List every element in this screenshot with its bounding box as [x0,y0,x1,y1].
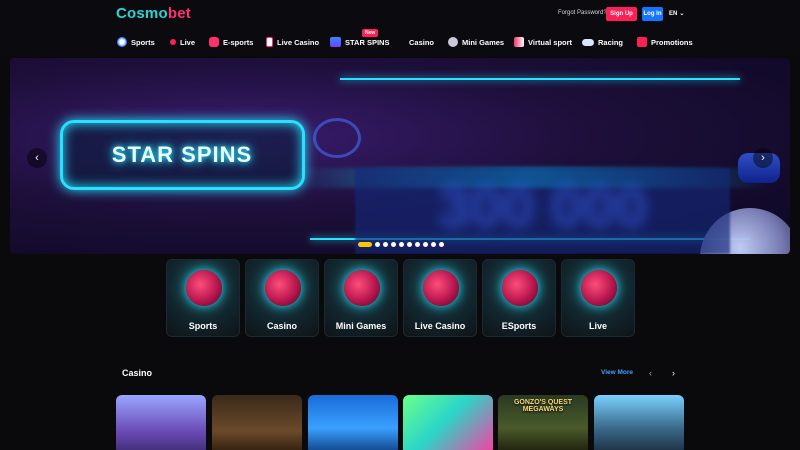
chevron-right-icon: › [761,152,765,164]
category-label: Sports [188,321,218,331]
logo-text-cosmo: Cosmo [116,5,168,22]
forgot-password-link[interactable]: Forgot Password? [558,10,607,16]
chevron-left-icon: ‹ [649,368,652,378]
carousel-prev-button[interactable]: ‹ [649,368,652,378]
pagination-dot[interactable] [358,242,372,247]
pagination-dot[interactable] [415,242,420,247]
language-label: EN [669,11,678,17]
gift-icon [637,37,647,47]
category-sports[interactable]: Sports [166,259,240,337]
chevron-right-icon: › [672,368,675,378]
carousel-next-button[interactable]: › [672,368,675,378]
game-card[interactable] [212,395,302,450]
banner-amount: 300 000 [437,175,648,240]
nav-label: Live Casino [277,37,320,47]
banner-next-button[interactable]: › [753,148,773,168]
slot-machine-icon [265,270,301,306]
slot-icon [330,37,341,47]
nav-item-live-casino[interactable]: Live Casino [266,36,319,48]
category-label: Live [588,321,607,331]
site-logo[interactable]: Cosmobet [116,5,191,22]
gamepad-icon [209,37,219,47]
nav-label: Racing [598,37,624,47]
game-card[interactable] [594,395,684,450]
nav-label: STAR SPINS [345,37,390,47]
pagination-dot[interactable] [431,242,436,247]
chevron-left-icon: ‹ [35,152,39,164]
banner-title: STAR SPINS [111,142,253,167]
category-esports[interactable]: ESports [482,259,556,337]
nav-item-racing[interactable]: Racing [582,36,623,48]
nav-item-esports[interactable]: E-sports [209,36,253,48]
nav-label: Virtual sport [528,37,573,47]
logo-text-bet: bet [167,5,191,22]
pagination-dot[interactable] [383,242,388,247]
promo-banner[interactable]: STAR SPINS 300 000 [10,58,790,254]
game-card[interactable] [308,395,398,450]
virtual-icon [514,37,524,47]
nav-item-sports[interactable]: Sports [117,36,155,48]
nav-label: Sports [131,37,155,47]
category-label: ESports [501,321,537,331]
game-card[interactable] [116,395,206,450]
nav-item-star-spins[interactable]: STAR SPINS [330,36,389,48]
sign-up-button[interactable]: Sign Up [606,7,637,21]
category-mini-games[interactable]: Mini Games [324,259,398,337]
game-title: GONZO'S QUEST MEGAWAYS [513,399,573,413]
pagination-dot[interactable] [375,242,380,247]
nav-label: E-sports [223,37,254,47]
nav-item-promotions[interactable]: Promotions [637,36,693,48]
category-casino[interactable]: Casino [245,259,319,337]
banner-prev-button[interactable]: ‹ [27,148,47,168]
nav-item-virtual-sport[interactable]: Virtual sport [514,36,572,48]
nav-label: Mini Games [462,37,505,47]
language-selector[interactable]: EN ⌄ [669,10,684,17]
sports-phone-icon [186,270,222,306]
nav-label: Casino [409,37,435,47]
banner-pagination [358,242,444,247]
section-title-casino: Casino [122,368,153,378]
card-icon [266,37,273,47]
nav-item-casino[interactable]: Casino [409,36,434,48]
ufo-graphic [313,118,361,158]
category-live-casino[interactable]: Live Casino [403,259,477,337]
gamepad-icon [502,270,538,306]
cards-icon [423,270,459,306]
dog-icon [582,38,594,46]
live-tv-icon [581,270,617,306]
main-nav: Sports Live E-sports Live Casino STAR SP… [0,28,800,56]
joystick-icon [344,270,380,306]
game-card[interactable]: GONZO'S QUEST MEGAWAYS [498,395,588,450]
nav-item-live[interactable]: Live [170,36,195,48]
neon-line [340,78,740,80]
category-label: Live Casino [414,321,466,331]
soccer-ball-icon [117,37,127,47]
chevron-down-icon: ⌄ [679,11,685,17]
pagination-dot[interactable] [423,242,428,247]
game-card[interactable] [403,395,493,450]
nav-label: Live [180,37,196,47]
new-badge: New [362,29,379,37]
log-in-button[interactable]: Log In [642,7,663,21]
top-header: Cosmobet Forgot Password? Sign Up Log In… [0,0,800,28]
category-label: Mini Games [335,321,387,331]
category-live[interactable]: Live [561,259,635,337]
joystick-icon [448,37,458,47]
pagination-dot[interactable] [391,242,396,247]
pagination-dot[interactable] [399,242,404,247]
nav-item-mini-games[interactable]: Mini Games [448,36,504,48]
category-label: Casino [266,321,297,331]
nav-label: Promotions [651,37,693,47]
live-dot-icon [170,39,176,45]
view-more-link[interactable]: View More [601,369,633,376]
pagination-dot[interactable] [407,242,412,247]
pagination-dot[interactable] [439,242,444,247]
